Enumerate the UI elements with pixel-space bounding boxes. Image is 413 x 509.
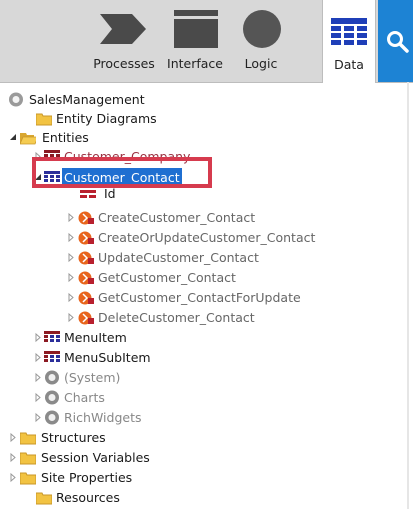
- highlight-box: [32, 157, 212, 188]
- top-toolbar: Processes Interface Logic Data: [0, 0, 413, 83]
- entity-action-icon: [78, 311, 94, 325]
- tree-label-system: (System): [64, 370, 121, 385]
- folder-icon: [20, 432, 36, 445]
- tree-label-action: GetCustomer_ContactForUpdate: [98, 290, 301, 305]
- tree-label-root: SalesManagement: [29, 92, 145, 107]
- collapsed-arrow-icon[interactable]: [8, 448, 18, 467]
- collapsed-arrow-icon[interactable]: [8, 428, 18, 447]
- folder-icon: [20, 452, 36, 465]
- tree-label-structures: Structures: [41, 430, 106, 445]
- data-label: Data: [334, 57, 364, 72]
- tree-label-richwidgets: RichWidgets: [64, 410, 142, 425]
- processes-label: Processes: [93, 56, 155, 71]
- module-reference-icon: [45, 390, 59, 405]
- collapsed-arrow-icon[interactable]: [33, 328, 43, 347]
- collapsed-arrow-icon[interactable]: [66, 248, 76, 267]
- interface-label: Interface: [167, 56, 223, 71]
- tree-label-charts: Charts: [64, 390, 105, 405]
- interface-icon: [174, 10, 218, 48]
- search-icon: [387, 31, 409, 53]
- folder-icon: [36, 492, 52, 505]
- expanded-arrow-icon[interactable]: [8, 128, 18, 147]
- tree-label-action: DeleteCustomer_Contact: [98, 310, 255, 325]
- folder-icon: [36, 113, 52, 126]
- tree-label-site-properties: Site Properties: [41, 470, 133, 485]
- open-folder-icon: [20, 133, 36, 145]
- folder-icon: [20, 472, 36, 485]
- module-reference-icon: [45, 410, 59, 425]
- collapsed-arrow-icon[interactable]: [66, 308, 76, 327]
- collapsed-arrow-icon[interactable]: [33, 368, 43, 387]
- collapsed-arrow-icon[interactable]: [33, 388, 43, 407]
- tree-label-menuitem: MenuItem: [64, 330, 127, 345]
- processes-icon: [100, 14, 146, 44]
- entity-action-icon: [78, 251, 94, 265]
- logic-label: Logic: [244, 56, 278, 71]
- identifier-attribute-icon: [80, 190, 96, 198]
- tree-label-action: UpdateCustomer_Contact: [98, 250, 259, 265]
- entity-action-icon: [78, 231, 94, 245]
- tree-label-session-variables: Session Variables: [41, 450, 150, 465]
- processes-tab[interactable]: Processes: [84, 0, 164, 82]
- tree-label-entity-diagrams: Entity Diagrams: [56, 111, 157, 126]
- entity-action-icon: [78, 291, 94, 305]
- interface-tab[interactable]: Interface: [164, 0, 226, 82]
- collapsed-arrow-icon[interactable]: [66, 268, 76, 287]
- tree-label-entities: Entities: [42, 130, 89, 145]
- entity-action-icon: [78, 211, 94, 225]
- collapsed-arrow-icon[interactable]: [33, 348, 43, 367]
- collapsed-arrow-icon[interactable]: [66, 288, 76, 307]
- entity-icon: [44, 351, 60, 362]
- tree-label-action: CreateOrUpdateCustomer_Contact: [98, 230, 316, 245]
- tree-label-action: GetCustomer_Contact: [98, 270, 236, 285]
- data-tab[interactable]: Data: [322, 0, 376, 83]
- collapsed-arrow-icon[interactable]: [66, 228, 76, 247]
- search-button[interactable]: [378, 0, 413, 82]
- collapsed-arrow-icon[interactable]: [33, 408, 43, 427]
- tree-label-action: CreateCustomer_Contact: [98, 210, 256, 225]
- module-reference-icon: [45, 370, 59, 385]
- module-icon: [9, 92, 23, 107]
- tree-label-menusubitem: MenuSubItem: [64, 350, 151, 365]
- logic-icon: [243, 10, 281, 48]
- collapsed-arrow-icon[interactable]: [8, 468, 18, 487]
- collapsed-arrow-icon[interactable]: [66, 208, 76, 227]
- panel-divider: [407, 82, 409, 509]
- entity-action-icon: [78, 271, 94, 285]
- logic-tab[interactable]: Logic: [232, 0, 290, 82]
- tree-label-resources: Resources: [56, 490, 120, 505]
- entity-icon: [44, 331, 60, 342]
- data-grid-icon: [331, 18, 367, 45]
